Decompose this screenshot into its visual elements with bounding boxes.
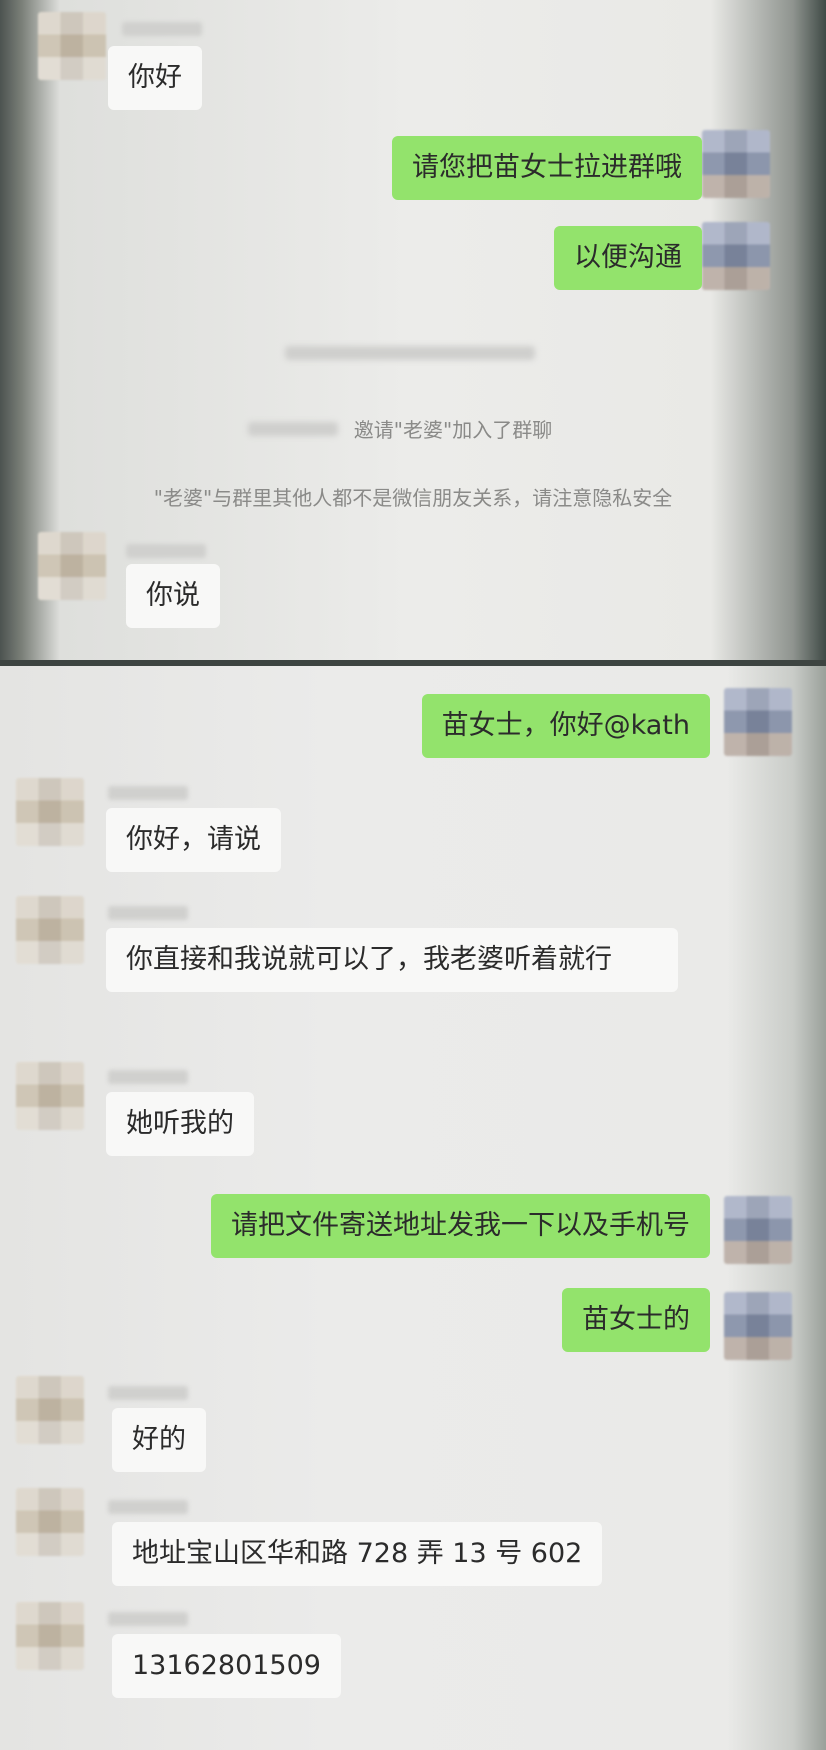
message-bubble[interactable]: 地址宝山区华和路 728 弄 13 号 602	[112, 1522, 603, 1586]
sender-nickname	[108, 1612, 188, 1626]
message-bubble[interactable]: 你直接和我说就可以了，我老婆听着就行	[106, 928, 678, 992]
sender-nickname	[108, 906, 188, 920]
self-avatar[interactable]	[724, 688, 792, 756]
system-message-joined: 邀请"老婆"加入了群聊	[353, 418, 553, 442]
contact-avatar[interactable]	[16, 778, 84, 846]
contact-avatar[interactable]	[16, 1376, 84, 1444]
self-avatar[interactable]	[702, 222, 770, 290]
message-bubble[interactable]: 苗女士，你好@kath	[421, 694, 710, 758]
chat-screenshot-2: 苗女士，你好@kath 你好，请说 你直接和我说就可以了，我老婆听着就行 她听我…	[0, 666, 826, 1750]
sender-nickname	[108, 1500, 188, 1514]
sender-nickname	[126, 544, 206, 558]
chat-screenshot-1: 你好 请您把苗女士拉进群哦 以便沟通 邀请"老婆"加入了群聊 "老婆"与群里其他…	[0, 0, 826, 660]
sender-nickname	[108, 1386, 188, 1400]
contact-avatar[interactable]	[16, 896, 84, 964]
message-bubble[interactable]: 你说	[126, 564, 220, 628]
message-bubble[interactable]: 请您把苗女士拉进群哦	[392, 136, 702, 200]
message-bubble[interactable]: 她听我的	[106, 1092, 254, 1156]
message-bubble[interactable]: 你好，请说	[106, 808, 281, 872]
message-bubble[interactable]: 13162801509	[112, 1634, 341, 1698]
message-bubble[interactable]: 以便沟通	[554, 226, 702, 290]
contact-avatar[interactable]	[16, 1488, 84, 1556]
contact-avatar[interactable]	[16, 1062, 84, 1130]
message-bubble[interactable]: 你好	[108, 46, 202, 110]
system-message-privacy: "老婆"与群里其他人都不是微信朋友关系，请注意隐私安全	[153, 486, 673, 510]
message-bubble[interactable]: 请把文件寄送地址发我一下以及手机号	[211, 1194, 710, 1258]
message-bubble[interactable]: 好的	[112, 1408, 206, 1472]
sender-nickname	[122, 22, 202, 36]
contact-avatar[interactable]	[38, 12, 106, 80]
message-bubble[interactable]: 苗女士的	[562, 1288, 710, 1352]
contact-avatar[interactable]	[38, 532, 106, 600]
sender-nickname	[108, 1070, 188, 1084]
self-avatar[interactable]	[702, 130, 770, 198]
sender-nickname	[108, 786, 188, 800]
system-time-blurred	[285, 346, 535, 360]
self-avatar[interactable]	[724, 1292, 792, 1360]
self-avatar[interactable]	[724, 1196, 792, 1264]
contact-avatar[interactable]	[16, 1602, 84, 1670]
